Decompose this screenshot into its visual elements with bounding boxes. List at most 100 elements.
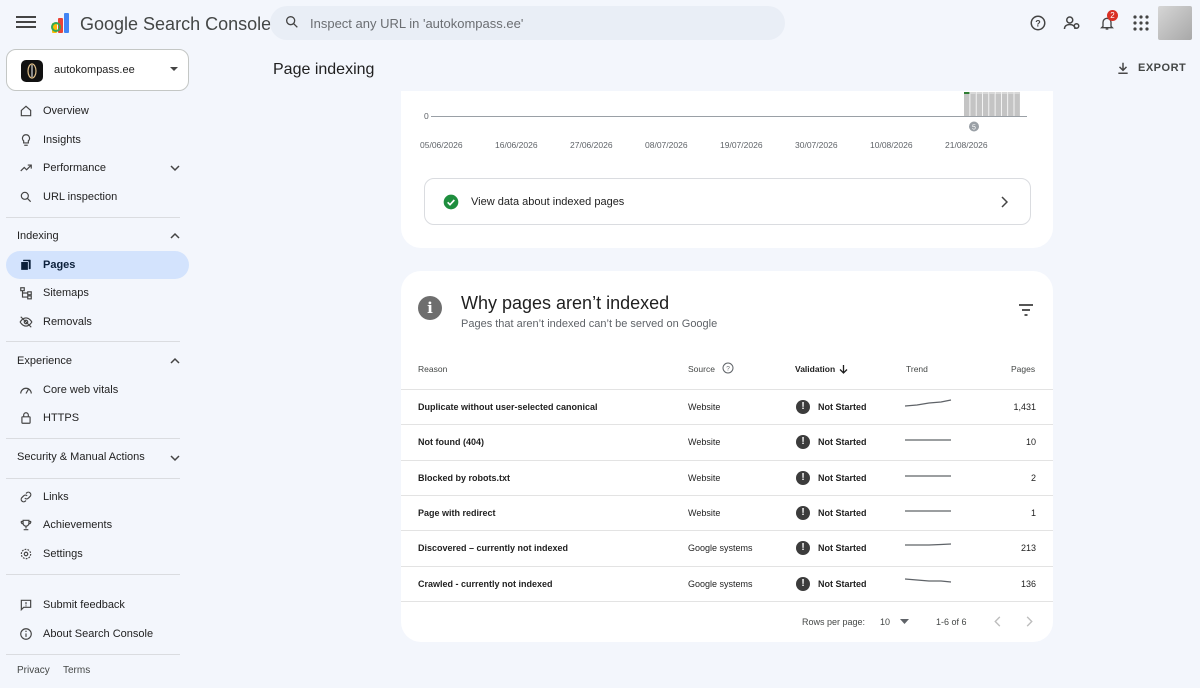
sidebar-item-label: Sitemaps bbox=[43, 287, 89, 299]
caret-down-icon[interactable] bbox=[900, 619, 909, 625]
search-input[interactable] bbox=[310, 6, 770, 40]
account-avatar[interactable] bbox=[1158, 6, 1192, 40]
help-icon[interactable]: ? bbox=[722, 362, 734, 374]
pages-count: 2 bbox=[1030, 472, 1036, 483]
warning-icon: ! bbox=[796, 505, 810, 520]
reason-cell: Duplicate without user-selected canonica… bbox=[418, 402, 598, 412]
sidebar-section-security[interactable]: Security & Manual Actions bbox=[17, 451, 145, 463]
chevron-left-icon[interactable] bbox=[994, 616, 1002, 627]
table-row[interactable]: Crawled - currently not indexed Google sy… bbox=[401, 565, 1053, 601]
chart-bar[interactable] bbox=[995, 92, 1002, 116]
chart-bar[interactable] bbox=[964, 92, 970, 116]
validation-status: Not Started bbox=[818, 507, 867, 518]
view-indexed-pages-link[interactable]: View data about indexed pages bbox=[424, 178, 1031, 225]
sidebar-item-label: Pages bbox=[43, 259, 76, 271]
warning-icon: ! bbox=[796, 400, 810, 414]
search-icon bbox=[18, 189, 34, 205]
annotation-marker-label: 5 bbox=[972, 125, 976, 132]
sidebar-section-indexing[interactable]: Indexing bbox=[17, 230, 59, 242]
source-cell: Website bbox=[688, 472, 721, 483]
rows-per-page-select[interactable]: 10 bbox=[880, 617, 890, 627]
chart-bar[interactable] bbox=[1008, 92, 1014, 116]
lock-icon bbox=[18, 410, 34, 426]
section-title: Why pages aren’t indexed bbox=[461, 293, 670, 313]
sidebar-item-label: Performance bbox=[43, 162, 106, 174]
table-row[interactable]: Blocked by robots.txt Website! Not Started… bbox=[401, 459, 1053, 495]
app-brand: Google Search Console bbox=[80, 14, 272, 34]
chevron-right-icon[interactable] bbox=[1025, 616, 1033, 627]
sort-arrow-down-icon[interactable] bbox=[839, 364, 848, 374]
table-bottom-border bbox=[401, 600, 1053, 602]
reason-cell: Crawled - currently not indexed bbox=[418, 578, 553, 589]
chevron-up-icon[interactable] bbox=[170, 232, 180, 240]
x-axis-tick-label: 16/06/2026 bbox=[495, 140, 538, 150]
table-row[interactable]: Page with redirect Website! Not Started 1 bbox=[401, 494, 1053, 530]
apps-grid-icon[interactable] bbox=[1131, 13, 1151, 33]
sidebar-item-url-inspection[interactable]: URL inspection bbox=[6, 183, 189, 211]
chevron-up-icon[interactable] bbox=[170, 357, 180, 365]
export-button[interactable]: EXPORT bbox=[1116, 61, 1186, 75]
manage-users-icon[interactable] bbox=[1062, 13, 1082, 33]
trending-up-icon bbox=[18, 160, 34, 176]
settings-icon bbox=[18, 546, 34, 562]
pages-count: 136 bbox=[1020, 578, 1036, 589]
trophy-icon bbox=[18, 517, 34, 533]
sidebar-item-achievements[interactable]: Achievements bbox=[6, 511, 189, 539]
svg-text:?: ? bbox=[1035, 18, 1041, 28]
trend-sparkline bbox=[905, 543, 952, 546]
sidebar-item-pages[interactable]: Pages bbox=[6, 251, 189, 279]
terms-link[interactable]: Terms bbox=[63, 665, 90, 676]
table-row[interactable]: Not found (404) Website! Not Started 10 bbox=[401, 424, 1053, 459]
chart-bar-indexed-segment bbox=[1008, 92, 1014, 94]
chart-bar[interactable] bbox=[976, 92, 983, 116]
sidebar-item-about[interactable]: About Search Console bbox=[6, 620, 189, 648]
sidebar-item-overview[interactable]: Overview bbox=[6, 97, 189, 125]
search-icon bbox=[286, 15, 298, 28]
main-menu-icon[interactable] bbox=[16, 13, 36, 33]
sidebar-section-experience[interactable]: Experience bbox=[17, 355, 72, 367]
trend-sparkline bbox=[905, 577, 952, 583]
filter-icon[interactable] bbox=[1018, 303, 1034, 317]
pagination-range: 1-6 of 6 bbox=[936, 617, 967, 627]
view-indexed-pages-label: View data about indexed pages bbox=[471, 196, 625, 208]
reason-cell: Blocked by robots.txt bbox=[418, 472, 511, 483]
column-header-source[interactable]: Source bbox=[688, 364, 715, 374]
sidebar-item-removals[interactable]: Removals bbox=[6, 308, 189, 336]
table-row[interactable]: Duplicate without user-selected canonica… bbox=[401, 389, 1053, 424]
sidebar-item-links[interactable]: Links bbox=[6, 483, 189, 511]
page-title: Page indexing bbox=[273, 61, 375, 78]
sidebar-item-submit-feedback[interactable]: Submit feedback bbox=[6, 591, 189, 619]
pages-count: 1 bbox=[1030, 507, 1036, 518]
table-row[interactable]: Discovered – currently not indexed Google… bbox=[401, 530, 1053, 565]
reason-cell: Not found (404) bbox=[418, 437, 484, 448]
warning-icon: ! bbox=[796, 470, 810, 485]
sidebar-item-https[interactable]: HTTPS bbox=[6, 404, 189, 432]
property-selector[interactable]: autokompass.ee bbox=[6, 49, 189, 91]
sidebar-item-insights[interactable]: Insights bbox=[6, 126, 189, 154]
sidebar-item-label: Removals bbox=[43, 316, 92, 328]
column-header-validation[interactable]: Validation bbox=[795, 364, 835, 374]
chevron-right-icon bbox=[1001, 196, 1008, 208]
chart-bar[interactable] bbox=[989, 92, 995, 116]
y-axis-zero-label: 0 bbox=[424, 111, 429, 121]
x-axis-tick-label: 05/06/2026 bbox=[420, 140, 463, 150]
warning-icon: ! bbox=[796, 541, 810, 556]
chart-bar[interactable] bbox=[1001, 92, 1008, 116]
chart-bar[interactable] bbox=[1014, 92, 1020, 116]
sidebar-item-sitemaps[interactable]: Sitemaps bbox=[6, 279, 189, 307]
chart-bar[interactable] bbox=[982, 92, 989, 116]
chart-bar[interactable] bbox=[970, 92, 976, 116]
sidebar-item-settings[interactable]: Settings bbox=[6, 540, 189, 568]
visibility-off-icon bbox=[18, 314, 34, 330]
sidebar-item-label: About Search Console bbox=[43, 628, 154, 640]
sidebar-item-core-web-vitals[interactable]: Core web vitals bbox=[6, 376, 189, 404]
privacy-link[interactable]: Privacy bbox=[17, 665, 50, 676]
bars-group bbox=[964, 92, 1020, 116]
sidebar-divider bbox=[6, 478, 180, 479]
sidebar-item-performance[interactable]: Performance bbox=[6, 154, 189, 182]
chart-bar-indexed-segment bbox=[1014, 92, 1020, 94]
chevron-down-icon[interactable] bbox=[170, 454, 180, 462]
help-icon[interactable]: ? bbox=[1028, 13, 1048, 33]
url-inspect-search[interactable] bbox=[270, 6, 785, 40]
chart-bar-indexed-segment bbox=[995, 92, 1001, 94]
